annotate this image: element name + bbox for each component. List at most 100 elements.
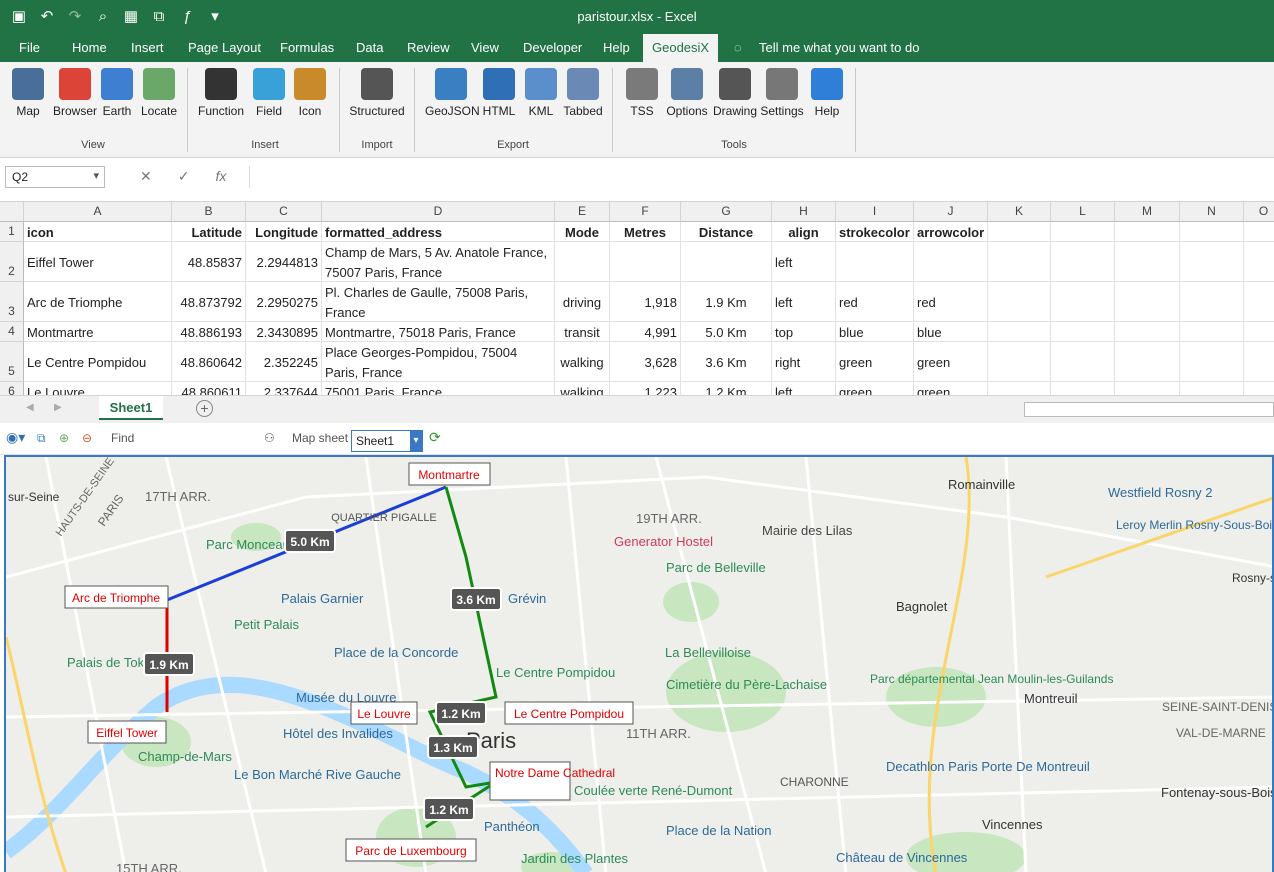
empty-cell[interactable] xyxy=(1180,382,1244,395)
data-cell[interactable] xyxy=(610,242,681,282)
data-cell[interactable]: 2.2944813 xyxy=(246,242,322,282)
empty-cell[interactable] xyxy=(1180,342,1244,382)
field-button[interactable]: Field xyxy=(252,66,286,118)
empty-cell[interactable] xyxy=(1244,242,1274,282)
data-cell[interactable]: Le Louvre xyxy=(24,382,172,395)
data-cell[interactable]: 3,628 xyxy=(610,342,681,382)
data-cell[interactable]: red xyxy=(914,282,988,322)
zoom-in-icon[interactable]: ⊕ xyxy=(59,431,69,445)
data-cell[interactable] xyxy=(681,242,772,282)
header-cell[interactable]: Distance xyxy=(681,222,772,242)
earth-button[interactable]: Earth xyxy=(98,66,136,118)
prev-sheet-icon[interactable]: ◀ xyxy=(26,402,34,413)
select-all-corner[interactable] xyxy=(0,202,24,222)
data-cell[interactable]: green xyxy=(836,342,914,382)
html-button[interactable]: HTML xyxy=(481,66,517,118)
data-cell[interactable]: blue xyxy=(914,322,988,342)
row-header[interactable]: 2 xyxy=(0,242,24,282)
tab-developer[interactable]: Developer xyxy=(523,40,582,55)
row-header[interactable]: 1 xyxy=(0,222,24,242)
data-cell[interactable]: 1.9 Km xyxy=(681,282,772,322)
refresh-icon[interactable]: ⟳ xyxy=(429,429,441,446)
empty-cell[interactable] xyxy=(1051,222,1115,242)
column-header[interactable]: E xyxy=(555,202,610,222)
data-cell[interactable]: driving xyxy=(555,282,610,322)
data-cell[interactable]: walking xyxy=(555,342,610,382)
column-header[interactable]: J xyxy=(914,202,988,222)
column-header[interactable]: D xyxy=(322,202,555,222)
insert-function-icon[interactable]: fx xyxy=(215,168,226,185)
tab-review[interactable]: Review xyxy=(407,40,450,55)
data-cell[interactable]: 1.2 Km xyxy=(681,382,772,395)
tab-home[interactable]: Home xyxy=(72,40,107,55)
empty-cell[interactable] xyxy=(988,342,1051,382)
column-header[interactable]: N xyxy=(1180,202,1244,222)
add-sheet-button[interactable]: + xyxy=(196,400,213,417)
data-cell[interactable]: blue xyxy=(836,322,914,342)
tab-help[interactable]: Help xyxy=(603,40,630,55)
data-cell[interactable]: 48.85837 xyxy=(172,242,246,282)
empty-cell[interactable] xyxy=(1115,222,1180,242)
header-cell[interactable]: formatted_address xyxy=(322,222,555,242)
empty-cell[interactable] xyxy=(1115,342,1180,382)
options-button[interactable]: Options xyxy=(666,66,708,118)
data-cell[interactable]: 48.886193 xyxy=(172,322,246,342)
empty-cell[interactable] xyxy=(1244,282,1274,322)
empty-cell[interactable] xyxy=(988,282,1051,322)
row-header[interactable]: 4 xyxy=(0,322,24,342)
copy-icon[interactable]: ⧉ xyxy=(37,431,46,446)
enter-icon[interactable]: ✓ xyxy=(178,168,190,185)
tab-data[interactable]: Data xyxy=(356,40,383,55)
empty-cell[interactable] xyxy=(1051,242,1115,282)
tell-me-search[interactable]: Tell me what you want to do xyxy=(759,40,919,55)
data-cell[interactable]: 2.337644 xyxy=(246,382,322,395)
data-cell[interactable]: walking xyxy=(555,382,610,395)
icon-button[interactable]: Icon xyxy=(292,66,328,118)
empty-cell[interactable] xyxy=(1051,322,1115,342)
header-cell[interactable]: align xyxy=(772,222,836,242)
column-header[interactable]: G xyxy=(681,202,772,222)
function-button[interactable]: Function xyxy=(197,66,245,118)
empty-cell[interactable] xyxy=(1244,382,1274,395)
empty-cell[interactable] xyxy=(1115,382,1180,395)
find-input[interactable]: Find xyxy=(111,431,134,445)
row-header[interactable]: 5 xyxy=(0,342,24,382)
data-cell[interactable]: Montmartre xyxy=(24,322,172,342)
data-cell[interactable]: left xyxy=(772,242,836,282)
data-cell[interactable]: Eiffel Tower xyxy=(24,242,172,282)
empty-cell[interactable] xyxy=(988,322,1051,342)
row-header[interactable]: 6 xyxy=(0,382,24,395)
tab-geodesix[interactable]: GeodesiX xyxy=(643,34,719,62)
geojson-button[interactable]: GeoJSON xyxy=(425,66,480,118)
column-header[interactable]: K xyxy=(988,202,1051,222)
tabbed-button[interactable]: Tabbed xyxy=(563,66,603,118)
data-cell[interactable]: 3.6 Km xyxy=(681,342,772,382)
empty-cell[interactable] xyxy=(1115,242,1180,282)
tab-page-layout[interactable]: Page Layout xyxy=(188,40,261,55)
tab-formulas[interactable]: Formulas xyxy=(280,40,334,55)
data-cell[interactable] xyxy=(836,242,914,282)
empty-cell[interactable] xyxy=(1244,322,1274,342)
data-cell[interactable]: 48.860642 xyxy=(172,342,246,382)
header-cell[interactable]: Mode xyxy=(555,222,610,242)
cancel-icon[interactable]: ✕ xyxy=(140,168,152,185)
data-cell[interactable]: 48.873792 xyxy=(172,282,246,322)
drawing-button[interactable]: Drawing xyxy=(712,66,758,118)
row-header[interactable]: 3 xyxy=(0,282,24,322)
empty-cell[interactable] xyxy=(1180,322,1244,342)
binoculars-icon[interactable]: ⚇ xyxy=(264,431,275,445)
empty-cell[interactable] xyxy=(988,382,1051,395)
empty-cell[interactable] xyxy=(1051,342,1115,382)
column-header[interactable]: I xyxy=(836,202,914,222)
sheet-tab[interactable]: Sheet1 xyxy=(99,396,163,420)
globe-icon[interactable]: ◉▾ xyxy=(6,429,25,446)
column-header[interactable]: L xyxy=(1051,202,1115,222)
data-cell[interactable]: green xyxy=(914,382,988,395)
tab-insert[interactable]: Insert xyxy=(131,40,164,55)
formula-input[interactable] xyxy=(249,166,1274,188)
empty-cell[interactable] xyxy=(1115,282,1180,322)
empty-cell[interactable] xyxy=(1244,342,1274,382)
column-header[interactable]: M xyxy=(1115,202,1180,222)
empty-cell[interactable] xyxy=(1180,242,1244,282)
zoom-out-icon[interactable]: ⊖ xyxy=(82,431,92,445)
